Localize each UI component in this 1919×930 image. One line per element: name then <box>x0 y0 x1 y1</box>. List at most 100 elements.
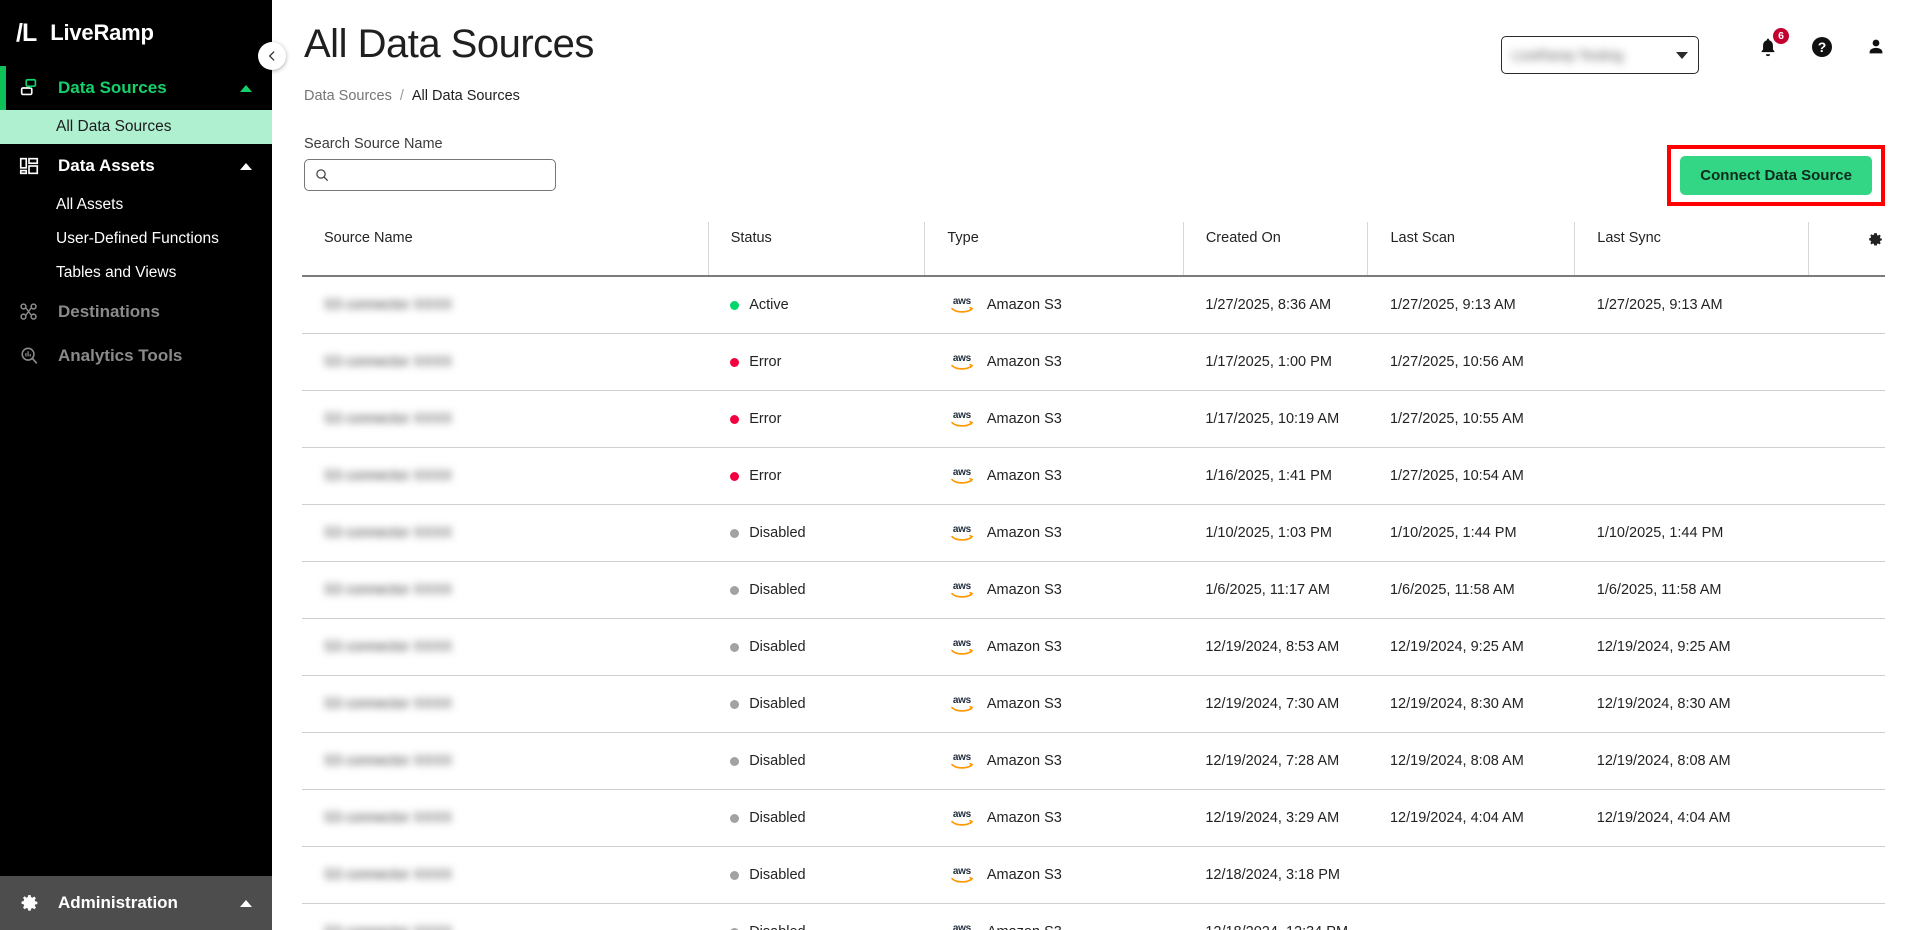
cell-type: aws Amazon S3 <box>924 903 1184 930</box>
search-box[interactable] <box>304 159 556 191</box>
cell-type: aws Amazon S3 <box>924 789 1184 847</box>
cell-source-name[interactable]: S3 connector XXXX <box>302 618 709 676</box>
cell-row-actions[interactable] <box>1808 504 1885 562</box>
cell-source-name[interactable]: S3 connector XXXX <box>302 732 709 790</box>
status-dot <box>730 585 740 595</box>
cell-row-actions[interactable] <box>1808 903 1885 930</box>
table-header-row: Source Name Status Type Created On Last … <box>302 222 1885 277</box>
cell-source-name[interactable]: S3 connector XXXX <box>302 276 709 334</box>
table-row[interactable]: S3 connector XXXX Disabled aws Amazon S3… <box>302 618 1885 676</box>
help-button[interactable]: ? <box>1809 34 1835 60</box>
status-label: Disabled <box>749 867 806 883</box>
notifications-button[interactable]: 6 <box>1755 28 1789 60</box>
liveramp-logo-icon: /L <box>16 18 37 47</box>
cell-last-sync <box>1574 447 1809 505</box>
cell-created-on: 1/17/2025, 1:00 PM <box>1183 333 1368 391</box>
sidebar-item-administration[interactable]: Administration <box>0 876 272 930</box>
status-dot <box>730 813 740 823</box>
help-icon: ? <box>1812 37 1832 57</box>
cell-last-scan: 1/6/2025, 11:58 AM <box>1367 561 1575 619</box>
column-header-last-sync[interactable]: Last Sync <box>1574 222 1809 277</box>
aws-logo-icon: aws <box>952 922 971 930</box>
sidebar-item-all-assets[interactable]: All Assets <box>0 188 272 222</box>
sidebar-group-label: Data Assets <box>58 156 155 175</box>
sidebar-group-data-sources[interactable]: Data Sources <box>0 66 272 110</box>
sidebar-collapse-button[interactable] <box>258 42 286 70</box>
cell-row-actions[interactable] <box>1808 447 1885 505</box>
analytics-tools-icon <box>16 343 42 369</box>
cell-type: aws Amazon S3 <box>924 846 1184 904</box>
column-header-type[interactable]: Type <box>924 222 1184 277</box>
cell-source-name[interactable]: S3 connector XXXX <box>302 333 709 391</box>
table-row[interactable]: S3 connector XXXX Disabled aws Amazon S3… <box>302 789 1885 847</box>
column-settings-button[interactable] <box>1808 222 1885 277</box>
sidebar-group-analytics-tools[interactable]: Analytics Tools <box>0 334 272 378</box>
search-input[interactable] <box>337 167 546 183</box>
cell-type: aws Amazon S3 <box>924 618 1184 676</box>
cell-source-name[interactable]: S3 connector XXXX <box>302 675 709 733</box>
tenant-selector[interactable]: LiveRamp Testing <box>1501 36 1699 74</box>
chevron-up-icon <box>240 162 252 170</box>
status-label: Disabled <box>749 810 806 826</box>
table-row[interactable]: S3 connector XXXX Active aws Amazon S3 1… <box>302 276 1885 334</box>
source-name-value: S3 connector XXXX <box>324 582 453 598</box>
cell-row-actions[interactable] <box>1808 732 1885 790</box>
brand[interactable]: /L LiveRamp <box>0 0 272 66</box>
table-row[interactable]: S3 connector XXXX Disabled aws Amazon S3… <box>302 903 1885 930</box>
cell-source-name[interactable]: S3 connector XXXX <box>302 447 709 505</box>
cell-source-name[interactable]: S3 connector XXXX <box>302 561 709 619</box>
breadcrumb-parent[interactable]: Data Sources <box>304 88 392 104</box>
column-header-source-name[interactable]: Source Name <box>302 222 709 277</box>
cell-status: Disabled <box>708 618 925 676</box>
table-row[interactable]: S3 connector XXXX Disabled aws Amazon S3… <box>302 846 1885 904</box>
cell-row-actions[interactable] <box>1808 561 1885 619</box>
sidebar-item-tables-and-views[interactable]: Tables and Views <box>0 256 272 290</box>
account-button[interactable] <box>1863 34 1889 60</box>
cell-row-actions[interactable] <box>1808 276 1885 334</box>
aws-logo-icon: aws <box>947 693 977 715</box>
cell-last-scan: 1/27/2025, 10:54 AM <box>1367 447 1575 505</box>
status-label: Disabled <box>749 753 806 769</box>
cell-last-scan: 12/19/2024, 8:08 AM <box>1367 732 1575 790</box>
type-label: Amazon S3 <box>987 924 1062 930</box>
table-row[interactable]: S3 connector XXXX Error aws Amazon S3 1/… <box>302 390 1885 448</box>
column-header-status[interactable]: Status <box>707 222 925 277</box>
cell-row-actions[interactable] <box>1808 390 1885 448</box>
cell-row-actions[interactable] <box>1808 846 1885 904</box>
cell-status: Disabled <box>708 903 925 930</box>
cell-source-name[interactable]: S3 connector XXXX <box>302 504 709 562</box>
cell-source-name[interactable]: S3 connector XXXX <box>302 846 709 904</box>
cell-last-sync <box>1574 333 1809 391</box>
breadcrumb-current: All Data Sources <box>411 88 520 104</box>
sidebar-item-user-defined-functions[interactable]: User-Defined Functions <box>0 222 272 256</box>
sidebar-group-data-assets[interactable]: Data Assets <box>0 144 272 188</box>
sidebar: /L LiveRamp Data Sources All Data Source… <box>0 0 286 930</box>
sidebar-group-destinations[interactable]: Destinations <box>0 290 272 334</box>
column-header-last-scan[interactable]: Last Scan <box>1367 222 1575 277</box>
status-label: Disabled <box>749 582 806 598</box>
sidebar-item-label: User-Defined Functions <box>56 230 219 247</box>
cell-source-name[interactable]: S3 connector XXXX <box>302 390 709 448</box>
type-label: Amazon S3 <box>986 582 1062 598</box>
sidebar-item-label: All Assets <box>56 196 124 213</box>
cell-row-actions[interactable] <box>1808 675 1885 733</box>
cell-row-actions[interactable] <box>1808 789 1885 847</box>
table-row[interactable]: S3 connector XXXX Disabled aws Amazon S3… <box>302 504 1885 562</box>
cell-row-actions[interactable] <box>1808 333 1885 391</box>
tenant-selector-value: LiveRamp Testing <box>1512 47 1624 63</box>
cell-last-scan: 12/19/2024, 8:30 AM <box>1367 675 1575 733</box>
sidebar-item-all-data-sources[interactable]: All Data Sources <box>0 110 272 144</box>
table-row[interactable]: S3 connector XXXX Disabled aws Amazon S3… <box>302 732 1885 790</box>
table-row[interactable]: S3 connector XXXX Error aws Amazon S3 1/… <box>302 333 1885 391</box>
cell-status: Disabled <box>708 789 925 847</box>
table-row[interactable]: S3 connector XXXX Disabled aws Amazon S3… <box>302 675 1885 733</box>
column-header-created-on[interactable]: Created On <box>1182 222 1368 277</box>
cell-source-name[interactable]: S3 connector XXXX <box>302 789 709 847</box>
cell-source-name[interactable]: S3 connector XXXX <box>302 903 709 930</box>
cell-row-actions[interactable] <box>1808 618 1885 676</box>
table-row[interactable]: S3 connector XXXX Error aws Amazon S3 1/… <box>302 447 1885 505</box>
status-dot <box>730 870 740 880</box>
table-row[interactable]: S3 connector XXXX Disabled aws Amazon S3… <box>302 561 1885 619</box>
top-bar: All Data Sources Data Sources / All Data… <box>272 0 1919 104</box>
connect-data-source-button[interactable]: Connect Data Source <box>1680 156 1872 195</box>
